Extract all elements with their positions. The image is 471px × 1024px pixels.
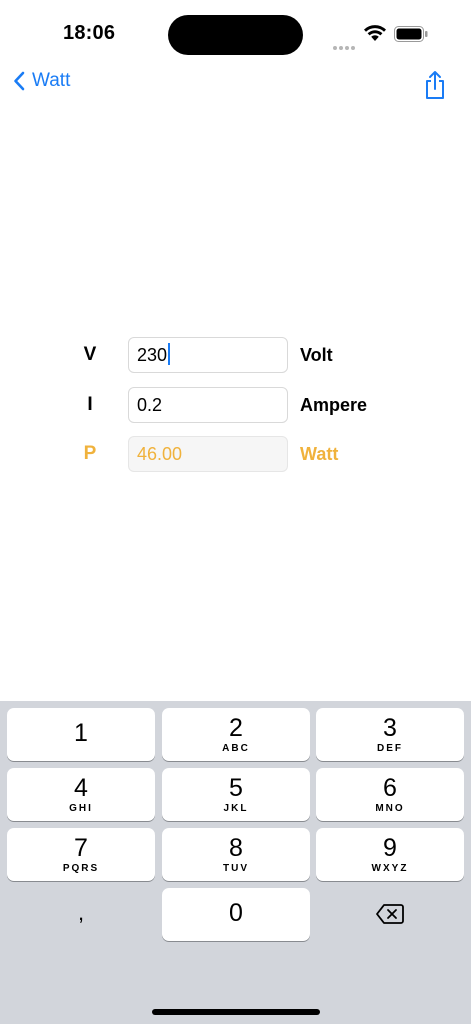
power-row: P 46.00 Watt: [0, 436, 471, 476]
current-unit: Ampere: [300, 395, 368, 415]
voltage-row: V 230 Volt: [0, 337, 471, 377]
numeric-keypad: 1 2 ABC 3 DEF 4 GHI 5 JKL 6 MNO 7 PQRS 8…: [0, 701, 471, 1024]
status-time: 18:06: [63, 22, 116, 44]
share-button[interactable]: [422, 70, 448, 105]
decimal-key[interactable]: ,: [7, 888, 155, 941]
key-6[interactable]: 6 MNO: [316, 768, 464, 821]
power-value: 46.00: [137, 444, 183, 464]
current-symbol: I: [87, 394, 93, 415]
dynamic-island: [168, 15, 303, 55]
voltage-value: 230: [137, 345, 168, 365]
share-icon: [426, 71, 444, 99]
status-bar: 18:06: [0, 0, 471, 60]
battery-icon: [394, 26, 428, 47]
current-row: I 0.2 Ampere: [0, 387, 471, 427]
cellular-signal-icon: [333, 37, 357, 55]
voltage-symbol: V: [83, 344, 97, 365]
voltage-input[interactable]: 230: [128, 337, 288, 373]
voltage-unit: Volt: [300, 345, 333, 365]
text-caret: [168, 343, 171, 365]
power-unit: Watt: [300, 444, 339, 464]
back-label: Watt: [32, 70, 71, 91]
key-1[interactable]: 1: [7, 708, 155, 761]
key-9[interactable]: 9 WXYZ: [316, 828, 464, 881]
key-5[interactable]: 5 JKL: [162, 768, 310, 821]
key-8[interactable]: 8 TUV: [162, 828, 310, 881]
chevron-left-icon: [14, 71, 25, 91]
decimal-label: ,: [77, 900, 85, 925]
key-7[interactable]: 7 PQRS: [7, 828, 155, 881]
back-button[interactable]: Watt: [12, 70, 70, 92]
key-3[interactable]: 3 DEF: [316, 708, 464, 761]
delete-key[interactable]: [316, 888, 464, 941]
power-symbol: P: [83, 443, 97, 464]
power-result-field: 46.00: [128, 436, 288, 472]
current-value: 0.2: [137, 395, 163, 415]
navigation-bar: Watt: [0, 62, 471, 106]
key-0[interactable]: 0: [162, 888, 310, 941]
wifi-icon: [363, 24, 387, 47]
backspace-icon: [376, 904, 404, 924]
current-input[interactable]: 0.2: [128, 387, 288, 423]
key-2[interactable]: 2 ABC: [162, 708, 310, 761]
key-4[interactable]: 4 GHI: [7, 768, 155, 821]
home-indicator: [152, 1009, 320, 1015]
